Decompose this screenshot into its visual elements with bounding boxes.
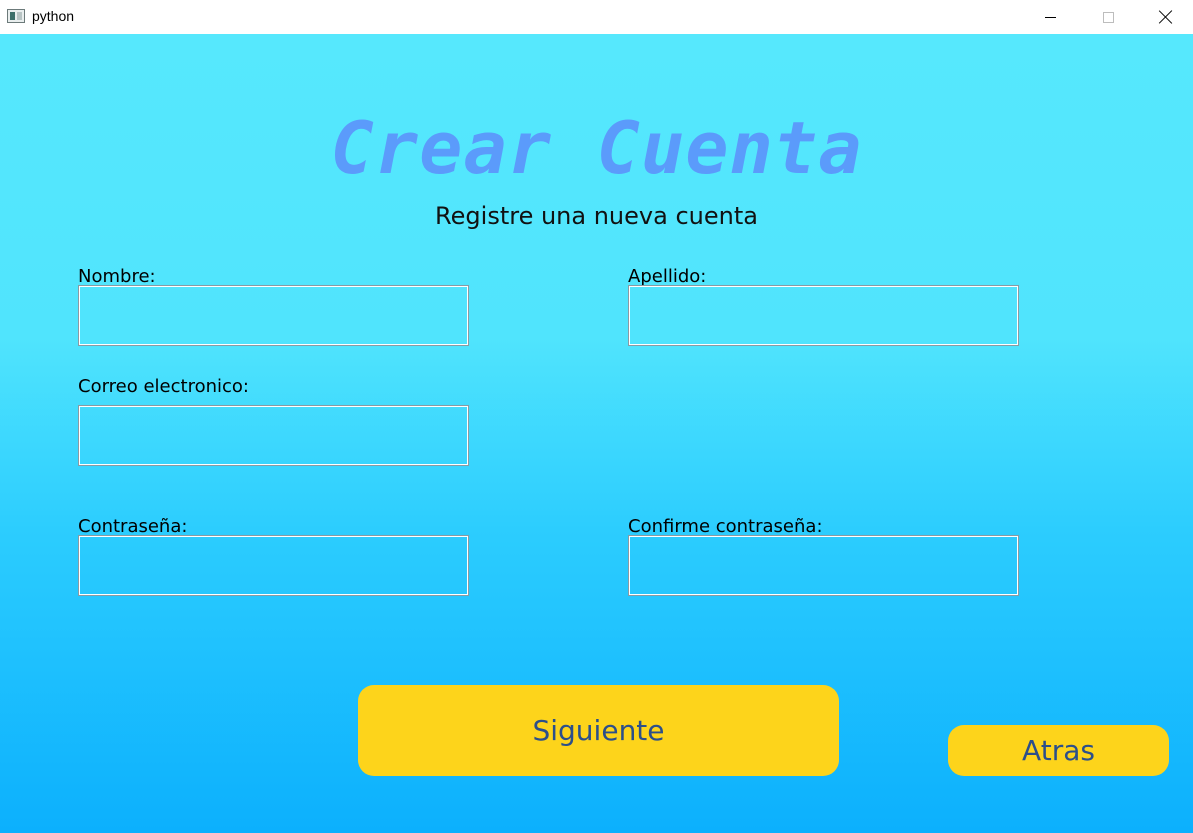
close-icon	[1159, 10, 1173, 24]
page-subtitle: Registre una nueva cuenta	[435, 202, 758, 230]
maximize-icon	[1102, 11, 1114, 23]
nombre-input[interactable]	[78, 285, 469, 346]
apellido-input[interactable]	[628, 285, 1019, 346]
window-title: python	[32, 8, 75, 24]
minimize-button[interactable]	[1021, 0, 1079, 34]
contrasena-input[interactable]	[78, 535, 469, 596]
page-title: Crear Cuenta	[330, 106, 863, 190]
maximize-button[interactable]	[1079, 0, 1137, 34]
correo-input[interactable]	[78, 405, 469, 466]
registration-form: Crear Cuenta Registre una nueva cuenta N…	[0, 34, 1193, 833]
title-bar: python	[0, 0, 1193, 34]
close-button[interactable]	[1137, 0, 1193, 34]
correo-label: Correo electronico:	[78, 376, 249, 397]
next-button[interactable]: Siguiente	[358, 685, 839, 776]
app-window-icon	[7, 9, 25, 23]
confirmar-input[interactable]	[628, 535, 1019, 596]
back-button[interactable]: Atras	[948, 725, 1169, 776]
minimize-icon	[1044, 16, 1056, 18]
